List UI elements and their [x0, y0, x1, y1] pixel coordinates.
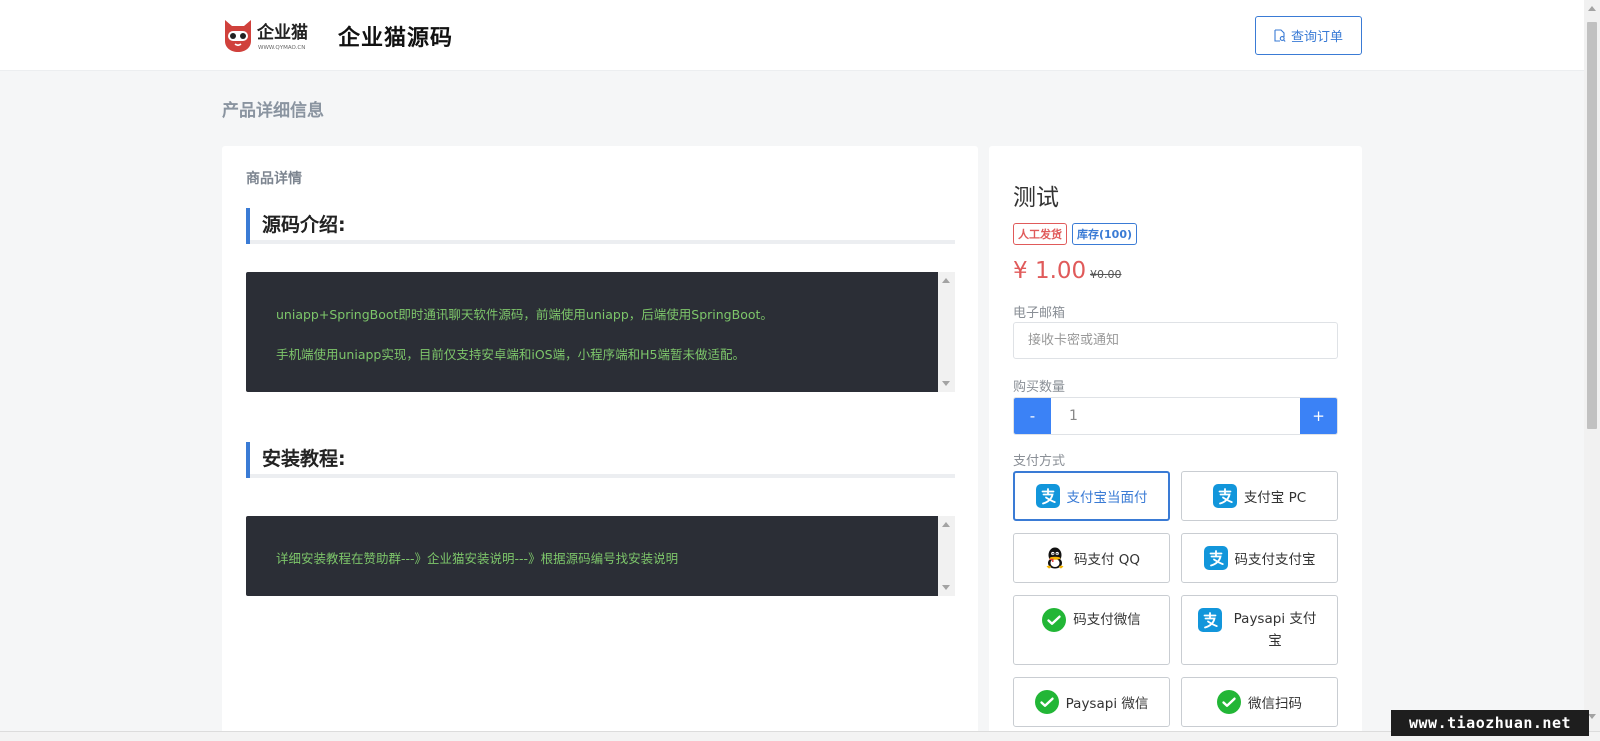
qymao-logo[interactable]: 企业猫 WWW.QYMAO.CN: [222, 18, 318, 54]
scroll-down-arrow-icon[interactable]: [942, 381, 950, 386]
scroll-down-arrow-icon[interactable]: [1588, 714, 1596, 719]
qq-icon: [1043, 546, 1067, 570]
watermark: www.tiaozhuan.net: [1391, 710, 1589, 736]
site-header: 企业猫 WWW.QYMAO.CN 企业猫源码 查询订单: [0, 0, 1584, 71]
code-line: 手机端使用uniapp实现，目前仅支持安卓端和iOS端，小程序端和H5端暂未做适…: [276, 347, 745, 362]
payment-option-paysapi-alipay[interactable]: Paysapi 支付宝: [1181, 595, 1338, 665]
quantity-label: 购买数量: [1013, 380, 1066, 395]
alipay-icon: [1213, 484, 1237, 508]
payment-option-codepay-alipay[interactable]: 码支付支付宝: [1181, 533, 1338, 583]
payment-option-codepay-wechat[interactable]: 码支付微信: [1013, 595, 1170, 665]
query-order-button[interactable]: 查询订单: [1255, 16, 1362, 55]
logo-subtext: WWW.QYMAO.CN: [258, 45, 305, 51]
section-heading-text: 安装教程:: [262, 448, 346, 470]
wechat-icon: [1217, 690, 1241, 714]
scroll-down-arrow-icon[interactable]: [942, 585, 950, 590]
scroll-up-arrow-icon[interactable]: [1588, 6, 1596, 11]
code-scrollbar[interactable]: [938, 272, 955, 392]
document-search-icon: [1274, 29, 1286, 42]
alipay-icon: [1204, 546, 1228, 570]
payment-option-label: 支付宝当面付: [1066, 490, 1148, 506]
page-scrollbar[interactable]: [1584, 0, 1600, 741]
product-badges: 人工发货 库存(100): [1013, 223, 1138, 245]
payment-option-label: 微信扫码: [1248, 696, 1302, 712]
code-line: 详细安装教程在赞助群---》企业猫安装说明---》根据源码编号找安装说明: [276, 551, 679, 566]
section-underline: [250, 474, 955, 478]
detail-card-label: 商品详情: [246, 171, 302, 187]
payment-option-label: Paysapi 支付宝: [1233, 611, 1317, 649]
wechat-icon: [1035, 690, 1059, 714]
purchase-card: 测试 人工发货 库存(100) ¥ 1.00 ¥0.00 电子邮箱 购买数量 -…: [989, 146, 1362, 741]
scroll-up-arrow-icon[interactable]: [942, 522, 950, 527]
quantity-stepper: - +: [1013, 397, 1338, 435]
product-detail-card: 商品详情 源码介绍: uniapp+SpringBoot即时通讯聊天软件源码，前…: [222, 146, 978, 741]
email-field[interactable]: [1013, 322, 1338, 359]
logo-text: 企业猫: [256, 22, 308, 43]
payment-option-label: 码支付支付宝: [1234, 552, 1316, 568]
payment-option-label: 码支付 QQ: [1073, 552, 1141, 568]
alipay-icon: [1198, 608, 1222, 632]
payment-option-codepay-qq[interactable]: 码支付 QQ: [1013, 533, 1170, 583]
original-price: ¥0.00: [1090, 268, 1122, 281]
query-order-label: 查询订单: [1290, 30, 1343, 45]
payment-option-label: 支付宝 PC: [1243, 490, 1307, 506]
payment-option-alipay-pc[interactable]: 支付宝 PC: [1181, 471, 1338, 521]
payment-option-paysapi-wechat[interactable]: Paysapi 微信: [1013, 677, 1170, 727]
email-label: 电子邮箱: [1013, 306, 1066, 321]
payment-option-alipay-f2f[interactable]: 支付宝当面付: [1013, 471, 1170, 521]
section-heading-install: 安装教程:: [246, 442, 955, 478]
browser-status-bar: [0, 731, 1600, 741]
product-name: 测试: [1013, 185, 1059, 211]
alipay-icon: [1036, 484, 1060, 508]
wechat-icon: [1042, 608, 1066, 632]
payment-option-label: Paysapi 微信: [1065, 696, 1149, 712]
code-block-install[interactable]: 详细安装教程在赞助群---》企业猫安装说明---》根据源码编号找安装说明: [246, 516, 955, 596]
section-heading-intro: 源码介绍:: [246, 208, 955, 244]
code-line: uniapp+SpringBoot即时通讯聊天软件源码，前端使用uniapp，后…: [276, 307, 773, 322]
stock-badge: 库存(100): [1072, 223, 1138, 245]
code-scrollbar[interactable]: [938, 516, 955, 596]
page-title: 产品详细信息: [222, 101, 324, 121]
site-title[interactable]: 企业猫源码: [338, 20, 453, 52]
payment-option-label: 码支付微信: [1073, 612, 1141, 628]
price: ¥ 1.00: [1013, 258, 1087, 284]
payment-method-label: 支付方式: [1013, 454, 1066, 469]
quantity-increment-button[interactable]: +: [1300, 398, 1337, 434]
scroll-up-arrow-icon[interactable]: [942, 278, 950, 283]
scrollbar-thumb[interactable]: [1587, 22, 1597, 429]
payment-option-wechat-scan[interactable]: 微信扫码: [1181, 677, 1338, 727]
quantity-decrement-button[interactable]: -: [1014, 398, 1051, 434]
code-block-intro[interactable]: uniapp+SpringBoot即时通讯聊天软件源码，前端使用uniapp，后…: [246, 272, 955, 392]
section-heading-text: 源码介绍:: [262, 214, 346, 236]
delivery-badge: 人工发货: [1013, 223, 1067, 245]
quantity-input[interactable]: [1051, 398, 1300, 434]
section-underline: [250, 240, 955, 244]
